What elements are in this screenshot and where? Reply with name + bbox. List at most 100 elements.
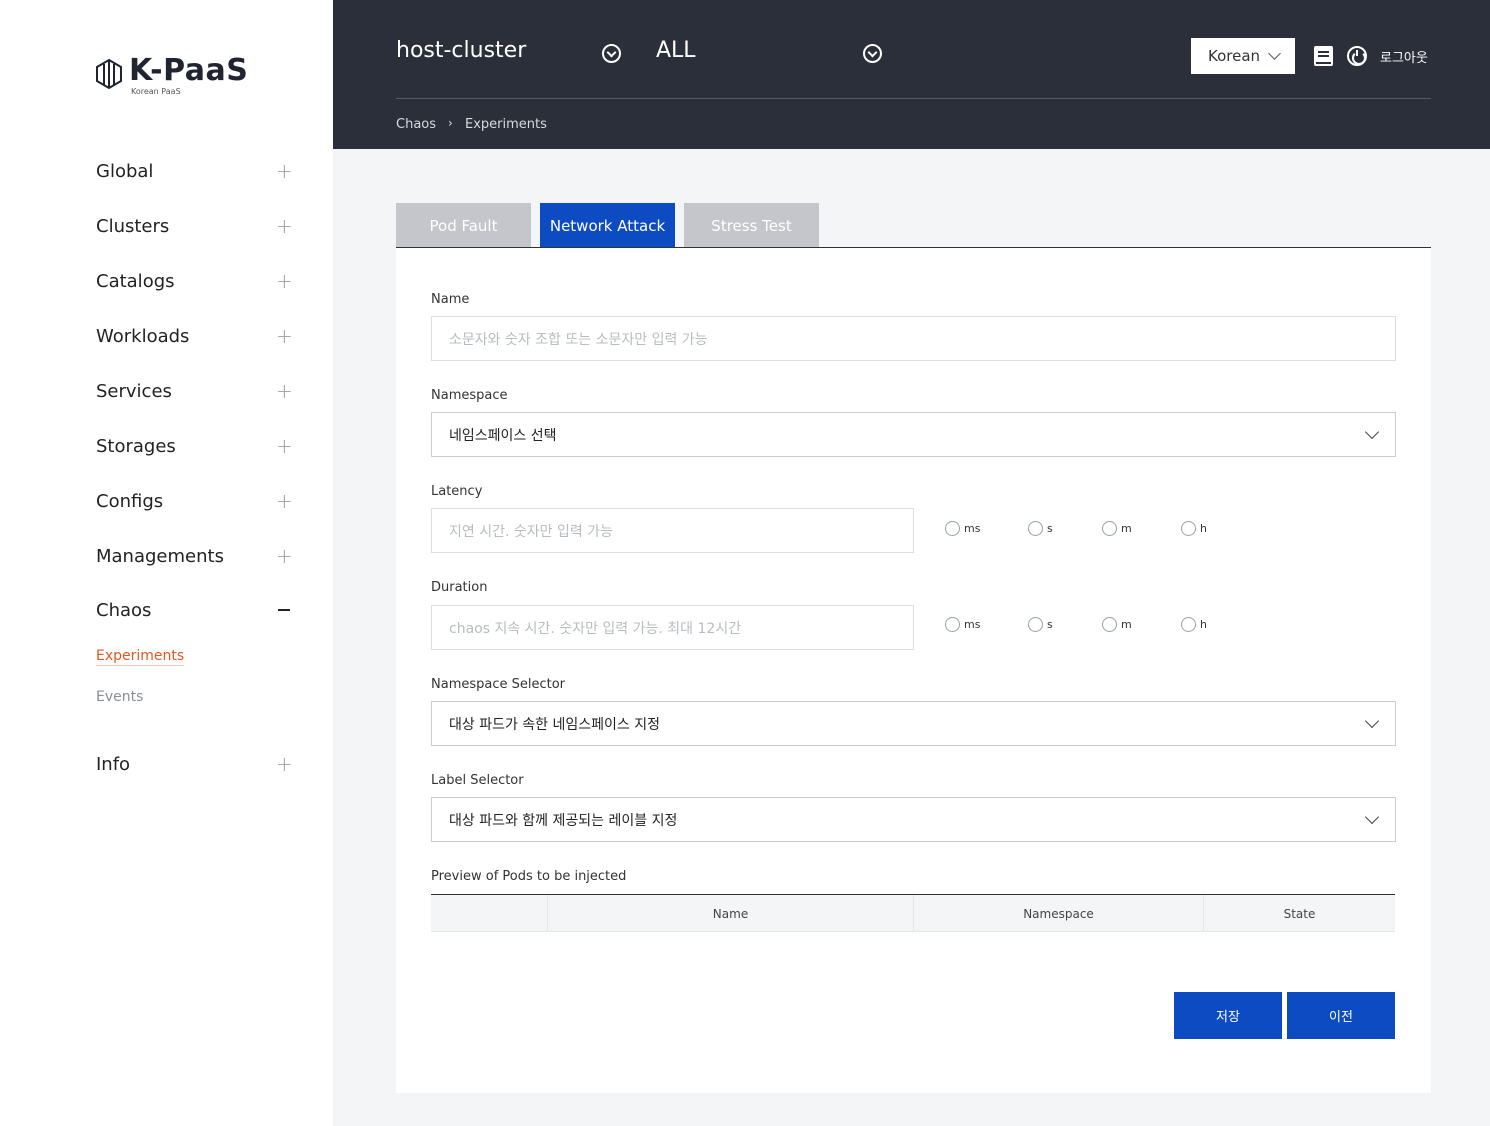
menu-services[interactable]: Services +: [96, 376, 293, 406]
table-header-name: Name: [547, 895, 913, 932]
radio-circle: [945, 521, 960, 536]
menu-label: Storages: [96, 435, 176, 457]
chevron-down-icon: [1364, 713, 1380, 729]
sidebar: K-PaaS Korean PaaS Global + Clusters + C…: [0, 0, 333, 1126]
namespace-name[interactable]: ALL: [656, 38, 696, 63]
namespace-dropdown-icon[interactable]: [863, 44, 882, 63]
language-value: Korean: [1208, 47, 1261, 65]
plus-icon: +: [276, 379, 293, 403]
menu-configs[interactable]: Configs +: [96, 486, 293, 516]
menu-chaos[interactable]: Chaos: [96, 595, 292, 625]
radio-label: m: [1121, 522, 1132, 535]
label-selector-label: Label Selector: [431, 773, 524, 788]
top-header: host-cluster ALL Korean 로그아웃 Chaos › Exp…: [333, 0, 1490, 149]
breadcrumb-experiments: Experiments: [465, 117, 547, 132]
chevron-down-icon: [1364, 809, 1380, 825]
minus-icon: [278, 609, 290, 611]
header-divider: [396, 98, 1431, 99]
submenu-events[interactable]: Events: [96, 689, 143, 705]
plus-icon: +: [276, 214, 293, 238]
plus-icon: +: [276, 752, 293, 776]
label-selector-value: 대상 파드와 함께 제공되는 레이블 지정: [449, 812, 678, 829]
menu-label: Chaos: [96, 599, 152, 621]
menu-label: Managements: [96, 545, 224, 567]
menu-label: Clusters: [96, 215, 170, 237]
radio-circle: [1102, 521, 1117, 536]
tab-network-attack[interactable]: Network Attack: [540, 203, 675, 248]
menu-clusters[interactable]: Clusters +: [96, 211, 293, 241]
radio-label: ms: [964, 522, 981, 535]
radio-label: h: [1200, 522, 1207, 535]
duration-unit-h[interactable]: h: [1181, 617, 1207, 632]
namespace-selector-value: 대상 파드가 속한 네임스페이스 지정: [449, 716, 660, 733]
radio-circle: [1028, 521, 1043, 536]
latency-label: Latency: [431, 484, 483, 499]
menu-workloads[interactable]: Workloads +: [96, 321, 293, 351]
menu-catalogs[interactable]: Catalogs +: [96, 266, 293, 296]
menu-label: Workloads: [96, 325, 190, 347]
breadcrumb-chaos[interactable]: Chaos: [396, 117, 436, 132]
save-button[interactable]: 저장: [1174, 992, 1282, 1039]
latency-unit-h[interactable]: h: [1181, 521, 1207, 536]
plus-icon: +: [276, 544, 293, 568]
form-panel: Name 소문자와 숫자 조합 또는 소문자만 입력 가능 Namespace …: [396, 248, 1431, 1093]
tab-pod-fault[interactable]: Pod Fault: [396, 203, 531, 248]
kpaas-logo-icon: [96, 58, 122, 90]
menu-managements[interactable]: Managements +: [96, 541, 293, 571]
language-select[interactable]: Korean: [1191, 38, 1295, 74]
cluster-dropdown-icon[interactable]: [602, 44, 621, 63]
submenu-experiments[interactable]: Experiments: [96, 648, 185, 666]
logo-text: K-PaaS: [129, 53, 249, 88]
preview-table: Name Namespace State: [431, 894, 1395, 932]
namespace-selector-select[interactable]: 대상 파드가 속한 네임스페이스 지정: [431, 701, 1396, 746]
logout-link[interactable]: 로그아웃: [1380, 47, 1428, 66]
book-icon[interactable]: [1314, 46, 1333, 66]
radio-label: h: [1200, 618, 1207, 631]
table-header-state: State: [1203, 895, 1395, 932]
duration-unit-m[interactable]: m: [1102, 617, 1132, 632]
chevron-down-icon: [1268, 47, 1281, 60]
namespace-select-value: 네임스페이스 선택: [449, 427, 557, 444]
latency-unit-s[interactable]: s: [1028, 521, 1053, 536]
latency-unit-ms[interactable]: ms: [945, 521, 980, 536]
plus-icon: +: [276, 324, 293, 348]
radio-circle: [1181, 521, 1196, 536]
power-icon[interactable]: [1347, 46, 1367, 66]
prev-button[interactable]: 이전: [1287, 992, 1395, 1039]
name-label: Name: [431, 292, 470, 307]
logo-subtitle: Korean PaaS: [131, 87, 181, 96]
table-header-namespace: Namespace: [913, 895, 1203, 932]
preview-label: Preview of Pods to be injected: [431, 869, 627, 884]
tab-underline: [396, 247, 1431, 248]
plus-icon: +: [276, 489, 293, 513]
name-input[interactable]: 소문자와 숫자 조합 또는 소문자만 입력 가능: [431, 316, 1396, 361]
namespace-selector-label: Namespace Selector: [431, 677, 566, 692]
tab-stress-test[interactable]: Stress Test: [684, 203, 819, 248]
radio-circle: [1181, 617, 1196, 632]
menu-storages[interactable]: Storages +: [96, 431, 293, 461]
duration-input[interactable]: chaos 지속 시간. 숫자만 입력 가능. 최대 12시간: [431, 605, 914, 650]
label-selector-select[interactable]: 대상 파드와 함께 제공되는 레이블 지정: [431, 797, 1396, 842]
duration-unit-s[interactable]: s: [1028, 617, 1053, 632]
duration-unit-ms[interactable]: ms: [945, 617, 980, 632]
namespace-label: Namespace: [431, 388, 508, 403]
radio-label: s: [1047, 618, 1053, 631]
duration-label: Duration: [431, 580, 488, 595]
table-header-blank: [431, 895, 547, 932]
plus-icon: +: [276, 269, 293, 293]
logo[interactable]: K-PaaS Korean PaaS: [95, 54, 248, 96]
radio-circle: [945, 617, 960, 632]
chevron-right-icon: ›: [448, 116, 453, 130]
menu-global[interactable]: Global +: [96, 156, 293, 186]
radio-circle: [1102, 617, 1117, 632]
menu-label: Catalogs: [96, 270, 175, 292]
latency-unit-m[interactable]: m: [1102, 521, 1132, 536]
menu-label: Global: [96, 160, 154, 182]
radio-circle: [1028, 617, 1043, 632]
namespace-select[interactable]: 네임스페이스 선택: [431, 412, 1396, 457]
latency-input[interactable]: 지연 시간. 숫자만 입력 가능: [431, 508, 914, 553]
cluster-name[interactable]: host-cluster: [396, 38, 526, 63]
menu-label: Info: [96, 753, 131, 775]
menu-label: Services: [96, 380, 172, 402]
menu-info[interactable]: Info +: [96, 749, 293, 779]
